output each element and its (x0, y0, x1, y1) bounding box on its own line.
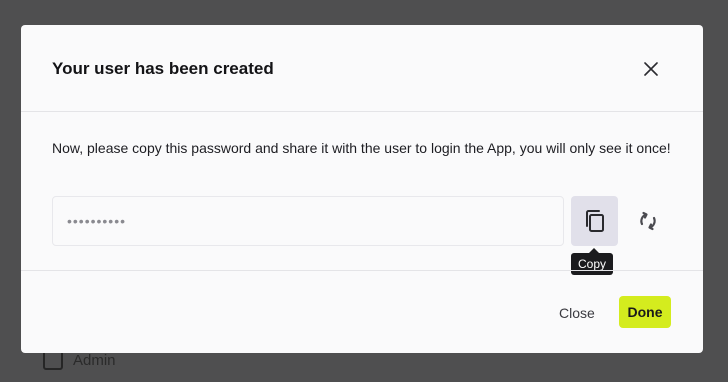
password-field[interactable] (52, 196, 564, 246)
footer-divider (21, 270, 703, 271)
copy-tooltip: Copy (571, 248, 614, 275)
close-icon[interactable] (640, 58, 662, 80)
copy-icon (585, 210, 604, 232)
close-button[interactable]: Close (549, 298, 605, 328)
refresh-icon (640, 211, 656, 231)
done-button[interactable]: Done (619, 296, 671, 328)
admin-checkbox-row: Admin (43, 350, 116, 370)
user-created-modal: Your user has been created Now, please c… (21, 25, 703, 353)
regenerate-password-button[interactable] (633, 206, 663, 236)
admin-checkbox-label: Admin (73, 351, 116, 369)
modal-title: Your user has been created (52, 59, 274, 78)
admin-checkbox[interactable] (43, 350, 63, 370)
modal-header: Your user has been created (21, 25, 703, 112)
modal-message: Now, please copy this password and share… (52, 140, 671, 156)
copy-password-button[interactable] (571, 196, 618, 246)
